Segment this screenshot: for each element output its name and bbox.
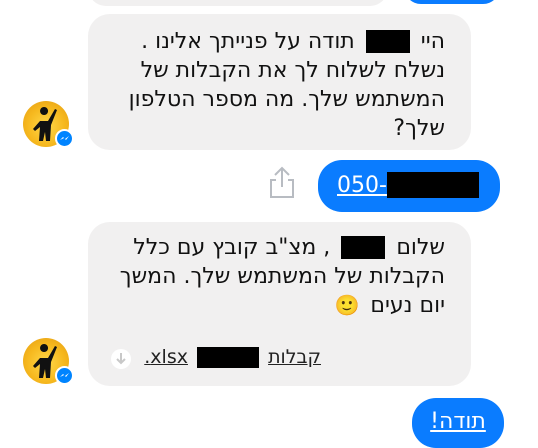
file-name-prefix[interactable]: קבלות (268, 346, 321, 368)
message-text: היי תודה על פנייתך אלינו . נשלח לשלוח לך… (100, 27, 445, 143)
incoming-bubble-cutoff (88, 0, 388, 6)
contact-avatar[interactable] (23, 101, 74, 148)
file-attachment[interactable]: קבלות xlsx. (144, 346, 321, 368)
smile-emoji: 🙂 (334, 293, 360, 317)
incoming-message-1: היי תודה על פנייתך אלינו . נשלח לשלוח לך… (88, 14, 471, 150)
outgoing-message-thanks: תודה! (412, 398, 504, 448)
contact-avatar[interactable] (23, 338, 74, 385)
greeting-word: שלום (396, 235, 445, 260)
redacted-phone (386, 172, 479, 198)
redacted-name (341, 236, 386, 259)
attachment-note-text: , מצ"ב קובץ עם כלל (133, 235, 331, 260)
outgoing-bubble-cutoff (404, 0, 500, 4)
outgoing-message-phone: 050- (318, 160, 500, 212)
message-text: תודה! (430, 409, 486, 434)
messenger-icon (55, 129, 74, 148)
thanks-text: תודה על פנייתך אלינו . (141, 29, 355, 54)
messenger-icon (55, 366, 74, 385)
greeting-word: היי (420, 29, 445, 54)
incoming-message-2: שלום , מצ"ב קובץ עם כלל הקבלות של המשתמש… (88, 222, 471, 386)
message-line: שלך? (393, 116, 445, 141)
message-text: שלום , מצ"ב קובץ עם כלל הקבלות של המשתמש… (100, 233, 445, 320)
download-icon[interactable] (110, 348, 132, 370)
message-line: נשלח לשלוח לך את הקבלות של (140, 58, 445, 83)
message-line: יום נעים (370, 293, 445, 318)
message-line: המשתמש שלך. מה מספר הטלפון (128, 87, 445, 112)
redacted-file-name (197, 347, 260, 368)
phone-number-link[interactable]: 050- (337, 173, 387, 198)
message-line: הקבלות של המשתמש שלך. המשך (119, 264, 445, 289)
file-extension[interactable]: xlsx. (144, 346, 188, 368)
share-icon[interactable] (266, 165, 298, 201)
redacted-name (365, 30, 410, 53)
